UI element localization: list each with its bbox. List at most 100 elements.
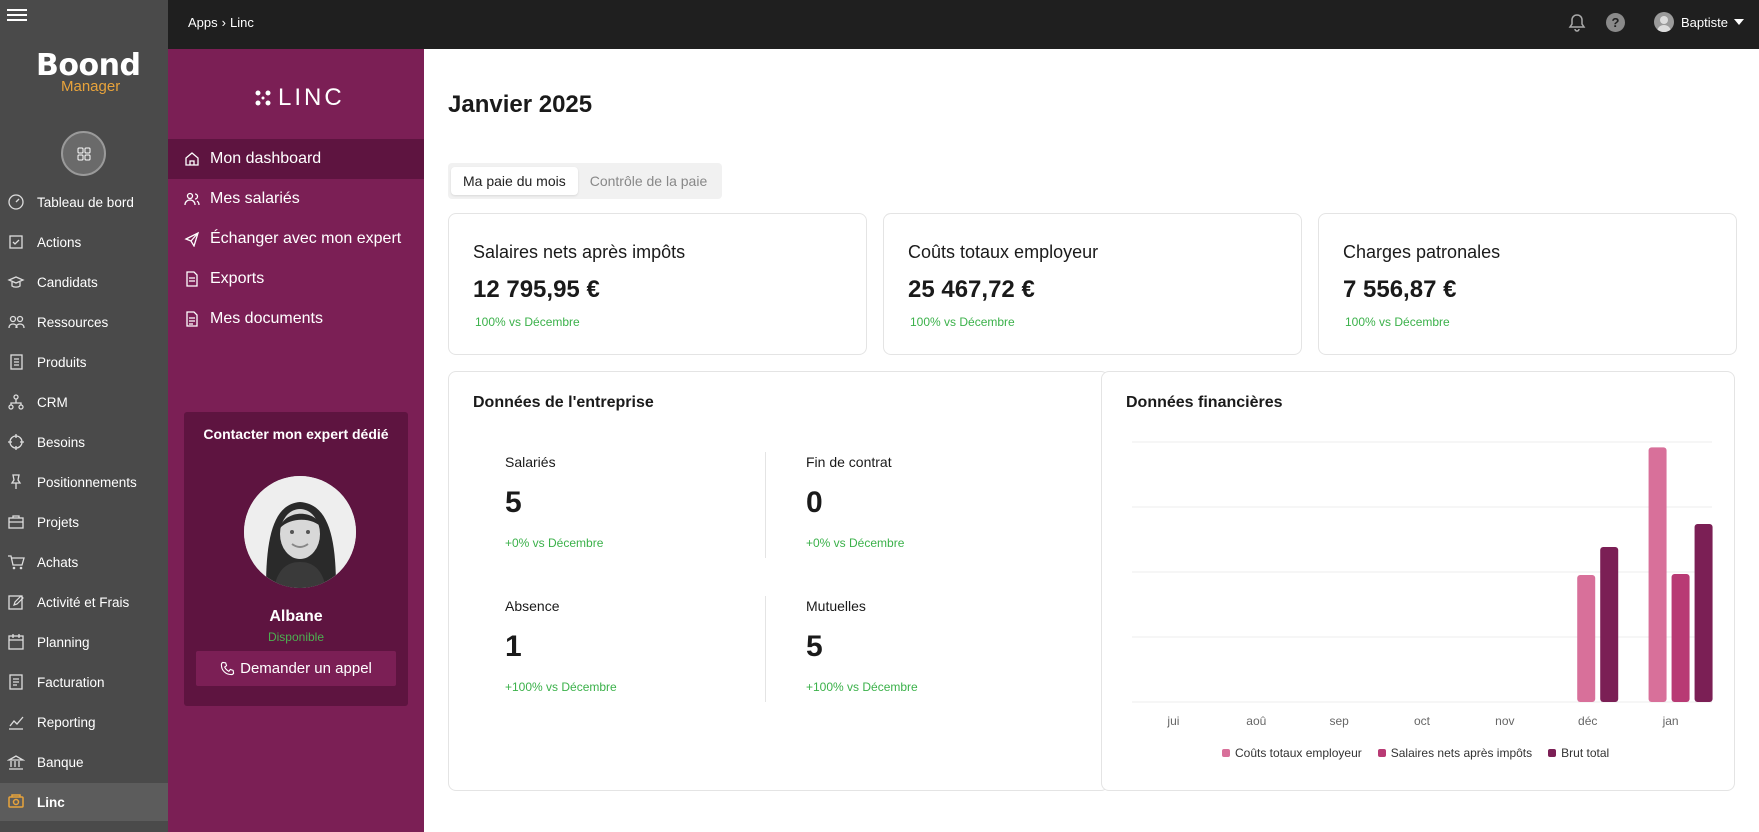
briefcase-icon: [7, 513, 25, 531]
sidebar-item-achats[interactable]: Achats: [0, 543, 168, 581]
sidebar-item-linc[interactable]: Linc: [0, 783, 168, 821]
legend-item[interactable]: Brut total: [1548, 746, 1609, 760]
x-tick-label: déc: [1578, 714, 1597, 728]
main-content: Janvier 2025 Ma paie du mois Contrôle de…: [424, 49, 1759, 832]
kpi-value: 7 556,87 €: [1343, 276, 1457, 303]
tab-ma-paie[interactable]: Ma paie du mois: [451, 167, 578, 195]
sidebar-item-label: Produits: [37, 354, 87, 370]
sidebar-item-tableau-de-bord[interactable]: Tableau de bord: [0, 183, 168, 221]
book-icon: [7, 353, 25, 371]
sidebar-item-reporting[interactable]: Reporting: [0, 703, 168, 741]
graduation-cap-icon: [7, 273, 25, 291]
expert-card: Contacter mon expert dédié Albane Dispon…: [184, 412, 408, 706]
kpi-delta: 100% vs Décembre: [475, 315, 580, 329]
legend-item[interactable]: Coûts totaux employeur: [1222, 746, 1362, 760]
bar-couts-totaux-employeur-déc[interactable]: [1577, 575, 1596, 702]
linc-nav-mes-salaries[interactable]: Mes salariés: [168, 179, 424, 219]
linc-sidebar: LINC Mon dashboard Mes salariés Échanger a…: [168, 49, 424, 832]
sidebar-item-produits[interactable]: Produits: [0, 343, 168, 381]
sidebar-item-candidats[interactable]: Candidats: [0, 263, 168, 301]
kpi-value: 25 467,72 €: [908, 276, 1035, 303]
bar-salaires-nets-apres-impots-jan[interactable]: [1671, 574, 1690, 702]
breadcrumb-apps[interactable]: Apps: [188, 15, 218, 30]
sidebar-item-label: CRM: [37, 394, 68, 410]
divider: [765, 452, 766, 558]
sidebar-item-crm[interactable]: CRM: [0, 383, 168, 421]
sidebar-item-label: Planning: [37, 634, 90, 650]
breadcrumb-linc[interactable]: Linc: [230, 15, 254, 30]
bar-brut-total-jan[interactable]: [1694, 524, 1713, 702]
actions-icon: [7, 233, 25, 251]
stat-absence: Absence 1 +100% vs Décembre: [505, 598, 705, 694]
boond-logo[interactable]: Boond Manager: [36, 48, 141, 95]
kpi-card-salaires-nets: Salaires nets après impôts 12 795,95 € 1…: [448, 213, 867, 355]
expert-name: Albane: [269, 608, 323, 625]
top-bar: Apps › Linc ? Baptiste: [168, 0, 1759, 49]
sidebar-item-label: Linc: [37, 794, 65, 810]
sidebar-item-ressources[interactable]: Ressources: [0, 303, 168, 341]
linc-nav-label: Exports: [210, 270, 265, 287]
tab-controle-paie[interactable]: Contrôle de la paie: [578, 167, 720, 195]
sidebar-item-activit-et-frais[interactable]: Activité et Frais: [0, 583, 168, 621]
sidebar-item-planning[interactable]: Planning: [0, 623, 168, 661]
sidebar-item-label: Besoins: [37, 434, 86, 450]
kpi-card-couts-employeur: Coûts totaux employeur 25 467,72 € 100% …: [883, 213, 1302, 355]
linc-nav-label: Mes salariés: [210, 190, 300, 207]
breadcrumb: Apps › Linc: [188, 15, 254, 30]
bell-icon[interactable]: [1568, 13, 1586, 38]
legend-item[interactable]: Salaires nets après impôts: [1377, 746, 1532, 760]
user-name: Baptiste: [1681, 14, 1728, 30]
sidebar-item-label: Actions: [37, 234, 82, 250]
avatar: [1654, 12, 1674, 32]
help-icon[interactable]: ?: [1606, 13, 1625, 32]
cart-icon: [7, 553, 25, 571]
tabs: Ma paie du mois Contrôle de la paie: [448, 163, 723, 199]
sidebar-item-label: Activité et Frais: [37, 594, 130, 610]
linc-nav-exports[interactable]: Exports: [168, 259, 424, 299]
stat-salaries: Salariés 5 +0% vs Décembre: [505, 454, 705, 550]
linc-logo[interactable]: LINC: [254, 84, 345, 112]
company-data-panel: Données de l'entreprise Salariés 5 +0% v…: [448, 371, 1109, 791]
kpi-title: Charges patronales: [1343, 242, 1501, 262]
bar-couts-totaux-employeur-jan[interactable]: [1648, 447, 1667, 702]
sidebar-item-besoins[interactable]: Besoins: [0, 423, 168, 461]
stat-fin-contrat: Fin de contrat 0 +0% vs Décembre: [806, 454, 1006, 550]
people-icon: [7, 313, 25, 331]
stat-value: 1: [505, 630, 522, 663]
expert-card-title: Contacter mon expert dédié: [203, 426, 389, 442]
legend-swatch: [1222, 749, 1230, 757]
grid-icon: [77, 147, 90, 160]
chevron-down-icon: [1733, 19, 1744, 25]
linc-nav-mes-documents[interactable]: Mes documents: [168, 299, 424, 339]
stat-label: Mutuelles: [806, 598, 866, 614]
linc-nav-echanger-avec-mon-expert[interactable]: Échanger avec mon expert: [168, 219, 424, 259]
network-icon: [7, 393, 25, 411]
menu-icon[interactable]: [7, 6, 27, 26]
financial-data-panel: Données financières jui aoû sep oct nov déc ja…: [1101, 371, 1735, 791]
sidebar-item-projets[interactable]: Projets: [0, 503, 168, 541]
x-tick-label: jui: [1166, 714, 1179, 728]
kpi-title: Coûts totaux employeur: [908, 242, 1099, 262]
linc-nav-label: Échanger avec mon expert: [210, 230, 402, 247]
sidebar-item-label: Candidats: [37, 274, 98, 290]
kpi-card-charges-patronales: Charges patronales 7 556,87 € 100% vs Dé…: [1318, 213, 1737, 355]
sidebar-item-actions[interactable]: Actions: [0, 223, 168, 261]
logo-text: Boond: [36, 48, 141, 83]
legend-swatch: [1377, 749, 1386, 757]
linc-logo-text: LINC: [278, 84, 345, 111]
app-sidebar: Boond Manager Tableau de bord Actions Cand…: [0, 0, 168, 832]
stat-delta: +0% vs Décembre: [505, 536, 604, 550]
linc-icon: [7, 793, 25, 811]
linc-nav-mon-dashboard[interactable]: Mon dashboard: [168, 139, 424, 179]
sidebar-item-facturation[interactable]: Facturation: [0, 663, 168, 701]
legend-label: Coûts totaux employeur: [1235, 746, 1362, 760]
sidebar-item-label: Banque: [37, 754, 84, 770]
request-call-button[interactable]: Demander un appel: [196, 651, 396, 686]
user-menu[interactable]: Baptiste: [1654, 12, 1744, 32]
sidebar-item-banque[interactable]: Banque: [0, 743, 168, 781]
sidebar-item-positionnements[interactable]: Positionnements: [0, 463, 168, 501]
stat-label: Salariés: [505, 454, 556, 470]
divider: [765, 596, 766, 702]
apps-grid-button[interactable]: [61, 131, 106, 176]
bar-brut-total-déc[interactable]: [1600, 547, 1619, 702]
